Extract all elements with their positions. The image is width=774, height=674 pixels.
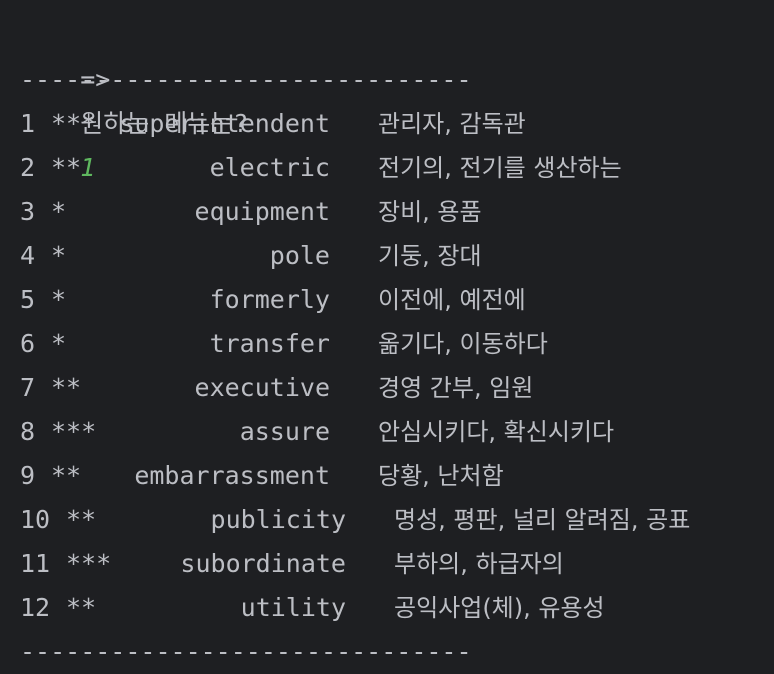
row-word: subordinate — [180, 549, 346, 578]
list-item: 10 ** publicity 명성, 평판, 널리 알려짐, 공표 — [20, 498, 774, 542]
row-word: utility — [240, 593, 346, 622]
row-meaning: 기둥, 장대 — [378, 242, 482, 270]
row-meaning: 명성, 평판, 널리 알려짐, 공표 — [394, 506, 691, 534]
console-output: => 원하는 메뉴는? 1 --------------------------… — [20, 14, 774, 674]
list-item: 6 * transfer 옮기다, 이동하다 — [20, 322, 774, 366]
separator-top: ------------------------------ — [20, 65, 472, 94]
row-meaning: 부하의, 하급자의 — [394, 550, 564, 578]
row-meaning: 이전에, 예전에 — [378, 286, 526, 314]
list-item: 8 *** assure 안심시키다, 확신시키다 — [20, 410, 774, 454]
row-meaning: 옮기다, 이동하다 — [378, 330, 548, 358]
row-word: electric — [209, 153, 330, 182]
row-meaning: 공익사업(체), 유용성 — [394, 594, 605, 622]
list-item: 2 ** electric 전기의, 전기를 생산하는 — [20, 146, 774, 190]
row-word: superintendent — [119, 109, 330, 138]
row-meaning: 당황, 난처함 — [378, 462, 504, 490]
list-item: 3 * equipment 장비, 용품 — [20, 190, 774, 234]
row-word: pole — [269, 241, 330, 270]
row-meaning: 전기의, 전기를 생산하는 — [378, 154, 622, 182]
row-meaning: 관리자, 감독관 — [378, 110, 526, 138]
list-item: 12 ** utility 공익사업(체), 유용성 — [20, 586, 774, 630]
list-item: 7 ** executive 경영 간부, 임원 — [20, 366, 774, 410]
row-word: assure — [239, 417, 330, 446]
list-item: 11 *** subordinate 부하의, 하급자의 — [20, 542, 774, 586]
row-word: transfer — [209, 329, 330, 358]
separator-bottom: ------------------------------ — [20, 637, 472, 666]
row-meaning: 경영 간부, 임원 — [378, 374, 534, 402]
row-meaning: 장비, 용품 — [378, 198, 482, 226]
list-item: 4 * pole 기둥, 장대 — [20, 234, 774, 278]
row-word: executive — [194, 373, 330, 402]
list-item: 9 ** embarrassment 당황, 난처함 — [20, 454, 774, 498]
list-item: 5 * formerly 이전에, 예전에 — [20, 278, 774, 322]
row-word: formerly — [209, 285, 330, 314]
list-item: 1 *** superintendent 관리자, 감독관 — [20, 102, 774, 146]
row-meaning: 안심시키다, 확신시키다 — [378, 418, 615, 446]
row-word: equipment — [194, 197, 330, 226]
row-word: publicity — [210, 505, 346, 534]
word-list: 1 *** superintendent 관리자, 감독관 2 ** electric 전기의… — [20, 102, 774, 630]
prompt-line: => 원하는 메뉴는? 1 — [20, 14, 774, 182]
row-word: embarrassment — [134, 461, 330, 490]
